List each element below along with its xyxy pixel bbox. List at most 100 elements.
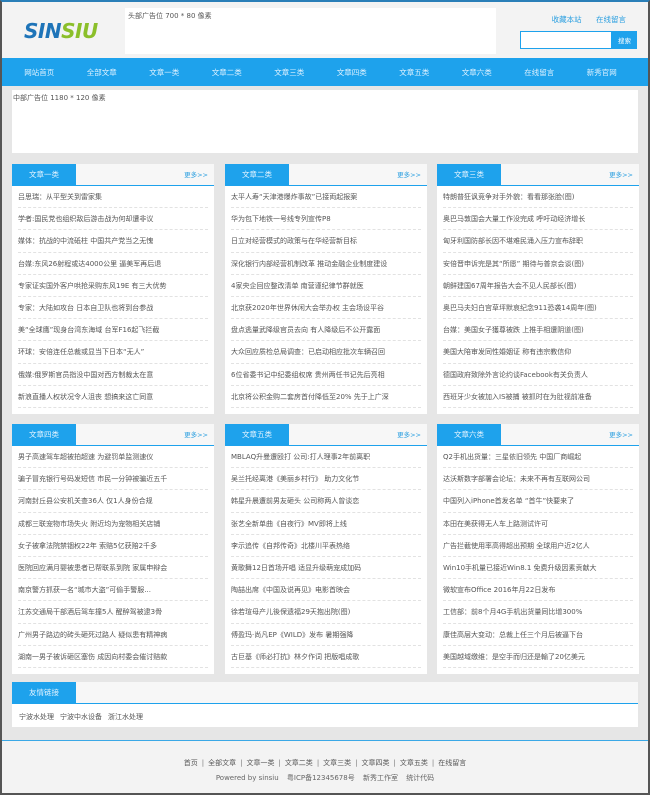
article-link[interactable]: 医院回应满月婴被患者已帮联系到院 家属申辩会 (18, 564, 167, 572)
article-link[interactable]: 工信部：前8个月4G手机出货量同比增300% (443, 608, 582, 616)
panel-title[interactable]: 文章三类 (437, 164, 501, 186)
guestbook-link[interactable]: 在线留言 (596, 15, 626, 24)
article-link[interactable]: 奥巴马夫妇白宫草坪默哀纪念911恐袭14周年(图) (443, 304, 597, 312)
article-link[interactable]: 傅盈玛·尚凡EP《WILD》发布 暑期强降 (231, 631, 353, 639)
article-link[interactable]: 骗子冒充银行号码发短信 市民一分钟被骗近五千 (18, 475, 167, 483)
article-link[interactable]: 新浪直播人权状况令人沮丧 想搞来这亡同意 (18, 393, 153, 401)
article-link[interactable]: 学者:国民党也组织敌后游击战为何却遭非议 (18, 215, 153, 223)
panel-title[interactable]: 文章一类 (12, 164, 76, 186)
article-link[interactable]: 专家：大陆如攻台 日本自卫队也将到台参战 (18, 304, 153, 312)
stats-code[interactable]: 统计代码 (406, 774, 434, 782)
article-link[interactable]: 韩星升晨遭前男友砸头 公司称两人曾谈恋 (231, 497, 359, 505)
footer-nav-item[interactable]: 文章四类 (362, 759, 390, 767)
article-link[interactable]: 男子高速驾车超被拍超速 为避罚单监测速仪 (18, 453, 153, 461)
article-link[interactable]: 黄歌舞12日首场开唱 适显升级萌宠成加码 (231, 564, 361, 572)
article-link[interactable]: 朝鲜建国67周年报告大会不见人民部长(图) (443, 282, 576, 290)
article-link[interactable]: 环球：安倍连任总裁或显当下日本“无人” (18, 348, 144, 356)
article-link[interactable]: 吕思瑞：从平型关到雷家集 (18, 193, 102, 201)
friend-link[interactable]: 宁波水处理 (19, 713, 54, 721)
article-link[interactable]: 吴兰托经离港《美丽乡村行》 助力文化节 (231, 475, 359, 483)
nav-item[interactable]: 文章三类 (258, 67, 321, 78)
article-link[interactable]: 日立对经营模式的政策与在华经营新目标 (231, 237, 357, 245)
article-link[interactable]: 西班牙少女被加入IS被捕 被抓时在为肚视前准备 (443, 393, 592, 401)
nav-item[interactable]: 全部文章 (71, 67, 134, 78)
article-link[interactable]: 德国政府致除外言论约谈Facebook有关负责人 (443, 371, 588, 379)
nav-item[interactable]: 在线留言 (508, 67, 571, 78)
footer-nav-item[interactable]: 文章一类 (246, 759, 274, 767)
search-input[interactable] (520, 31, 612, 49)
article-link[interactable]: 6位省委书记中纪委组权席 贵州两任书记先后亮相 (231, 371, 385, 379)
article-link[interactable]: 台媒：美国女子獲尊被跌 上推手相遭阴道(图) (443, 326, 584, 334)
bookmark-link[interactable]: 收藏本站 (552, 15, 582, 24)
more-link[interactable]: 更多>> (184, 424, 208, 446)
article-link[interactable]: 北京将公积金购二套房首付降低至20% 先于上广深 (231, 393, 389, 401)
panel-title[interactable]: 文章六类 (437, 424, 501, 446)
more-link[interactable]: 更多>> (397, 164, 421, 186)
article-link[interactable]: 深化银行内部经营机制改革 推动金融企业制度建设 (231, 260, 387, 268)
more-link[interactable]: 更多>> (397, 424, 421, 446)
article-link[interactable]: 华为包下地铁一号线专列宣传P8 (231, 215, 331, 223)
panel-title[interactable]: 文章二类 (225, 164, 289, 186)
article-link[interactable]: 河南封丘县公安机关查36人 仅1人身份合规 (18, 497, 153, 505)
article-link[interactable]: Win10手机量已接近Win8.1 免费升级因素贡献大 (443, 564, 597, 572)
nav-item[interactable]: 文章一类 (133, 67, 196, 78)
nav-item[interactable]: 文章五类 (383, 67, 446, 78)
site-logo[interactable]: SINSIU (24, 19, 98, 43)
article-link[interactable]: 张艺全新单曲《自夜行》MV即将上线 (231, 520, 347, 528)
article-link[interactable]: 特朗普狂讽竞争对手外貌：看看那张脸(图) (443, 193, 574, 201)
article-link[interactable]: 湖南一男子被诉砸区塞伤 成因向村委会催讨赔款 (18, 653, 167, 661)
article-link[interactable]: 大众回应质检总局调查：已启动相应批次车辆召回 (231, 348, 385, 356)
friend-link[interactable]: 浙江水处理 (108, 713, 143, 721)
footer-nav-item[interactable]: 全部文章 (208, 759, 236, 767)
article-link[interactable]: 安倍晋申诉完是其“所愿” 期待与普京会谈(图) (443, 260, 584, 268)
studio-name[interactable]: 新秀工作室 (363, 774, 398, 782)
article-link[interactable]: 盘点逃量武降级官员去向 有人降级后不公开露面 (231, 326, 380, 334)
article-link[interactable]: 美“全球鹰”现身台湾东海域 台军F16起飞拦截 (18, 326, 159, 334)
footer-nav-item[interactable]: 文章二类 (285, 759, 313, 767)
article-link[interactable]: 江苏交通局干部酒后驾车撞5人 醒醉驾被逮3骨 (18, 608, 162, 616)
article-link[interactable]: 匈牙利国防部长因不堪难民涌入压力宣布辞职 (443, 237, 583, 245)
article-link[interactable]: 中国列入iPhone首发名单 “首牛”快要来了 (443, 497, 574, 505)
friend-link[interactable]: 宁波中水设备 (60, 713, 102, 721)
article-link[interactable]: 美国越域缴维：是空手而归还是輸了20亿美元 (443, 653, 585, 661)
article-link[interactable]: 南京警方抓获一名“城市大盗”可偷手警服... (18, 586, 151, 594)
article-link[interactable]: 达沃斯数字部署会论坛：未来不再有互联网公司 (443, 475, 590, 483)
article-link[interactable]: 美国大陪审发同性婚姻证 称有违宗教信仰 (443, 348, 571, 356)
article-link[interactable]: 本田在美获得无人车上路测试许可 (443, 520, 548, 528)
article-link[interactable]: 徐若瑄母产儿後保遗福29天抱出院(图) (231, 608, 350, 616)
article-link[interactable]: MBLAQ升曼遭殴打 公司:打人理事2年前离职 (231, 453, 370, 461)
article-link[interactable]: 4家央企回应整改清单 南营谨纪律节群就医 (231, 282, 364, 290)
article-link[interactable]: 成都三联宠物市场失火 附近均为宠物相关店铺 (18, 520, 160, 528)
nav-item[interactable]: 文章四类 (321, 67, 384, 78)
article-link[interactable]: 古巨基《师必打抗》林夕作词 把版唱成歌 (231, 653, 359, 661)
article-link[interactable]: 微软宣布Office 2016年月22日发布 (443, 586, 555, 594)
article-link[interactable]: 陶喆出席《中国及说再见》电影首映会 (231, 586, 350, 594)
more-link[interactable]: 更多>> (609, 164, 633, 186)
search-button[interactable]: 搜索 (612, 31, 637, 49)
article-link[interactable]: Q2手机出货量：三星依旧领先 中国厂商崛起 (443, 453, 581, 461)
footer-nav-item[interactable]: 在线留言 (438, 759, 466, 767)
nav-item[interactable]: 新秀官网 (571, 67, 634, 78)
article-link[interactable]: 李示追传《自邦传奇》北楼川平表热络 (231, 542, 350, 550)
more-link[interactable]: 更多>> (609, 424, 633, 446)
panel-title[interactable]: 文章四类 (12, 424, 76, 446)
footer-nav-item[interactable]: 首页 (184, 759, 198, 767)
icp-number[interactable]: 粤ICP备12345678号 (287, 774, 355, 782)
article-link[interactable]: 广州男子路边的砖头砸死过路人 疑似患有精神病 (18, 631, 167, 639)
article-link[interactable]: 俄媒:俄罗斯官员指没中国对西方制裁太在意 (18, 371, 153, 379)
more-link[interactable]: 更多>> (184, 164, 208, 186)
article-link[interactable]: 北京获2020年世界休闲大会举办权 主会场设平谷 (231, 304, 384, 312)
panel-title[interactable]: 文章五类 (225, 424, 289, 446)
article-link[interactable]: 女子被拿法院禁锢权22年 索赔5亿获赔2千多 (18, 542, 157, 550)
article-link[interactable]: 太平人寿“天津港爆炸事故”已接両起报案 (231, 193, 357, 201)
article-link[interactable]: 台媒:东风26射程或达4000公里 逼美军再后退 (18, 260, 161, 268)
article-link[interactable]: 奥巴马敦国会大量工作没完成 呼吁动经济增长 (443, 215, 585, 223)
footer-nav-item[interactable]: 文章三类 (323, 759, 351, 767)
article-link[interactable]: 媒体：抗战的中流砥柱 中国共产党当之无愧 (18, 237, 153, 245)
footer-nav-item[interactable]: 文章五类 (400, 759, 428, 767)
article-link[interactable]: 专家证实国外客户哄抢采购东风19E 有三大优势 (18, 282, 167, 290)
nav-item[interactable]: 网站首页 (8, 67, 71, 78)
article-link[interactable]: 康佳高层大变动：总裁上任三个月后被逼下台 (443, 631, 583, 639)
article-link[interactable]: 广告拦截使用率高得超出预期 全球用户近2亿人 (443, 542, 590, 550)
nav-item[interactable]: 文章六类 (446, 67, 509, 78)
